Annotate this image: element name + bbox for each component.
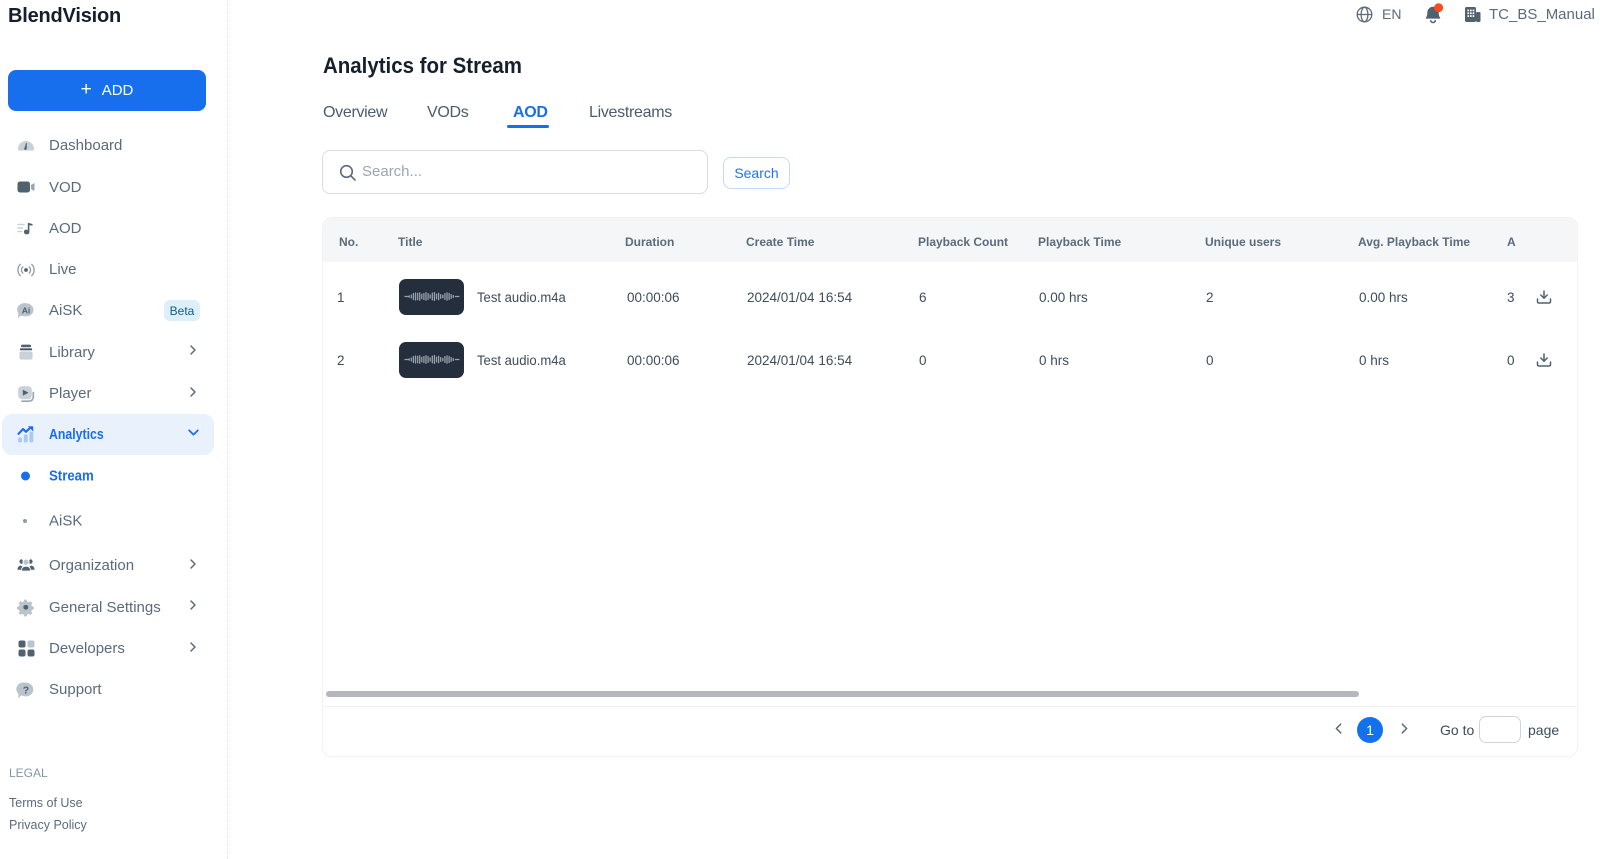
svg-text:Ai: Ai (22, 305, 31, 315)
svg-text:?: ? (23, 685, 29, 696)
